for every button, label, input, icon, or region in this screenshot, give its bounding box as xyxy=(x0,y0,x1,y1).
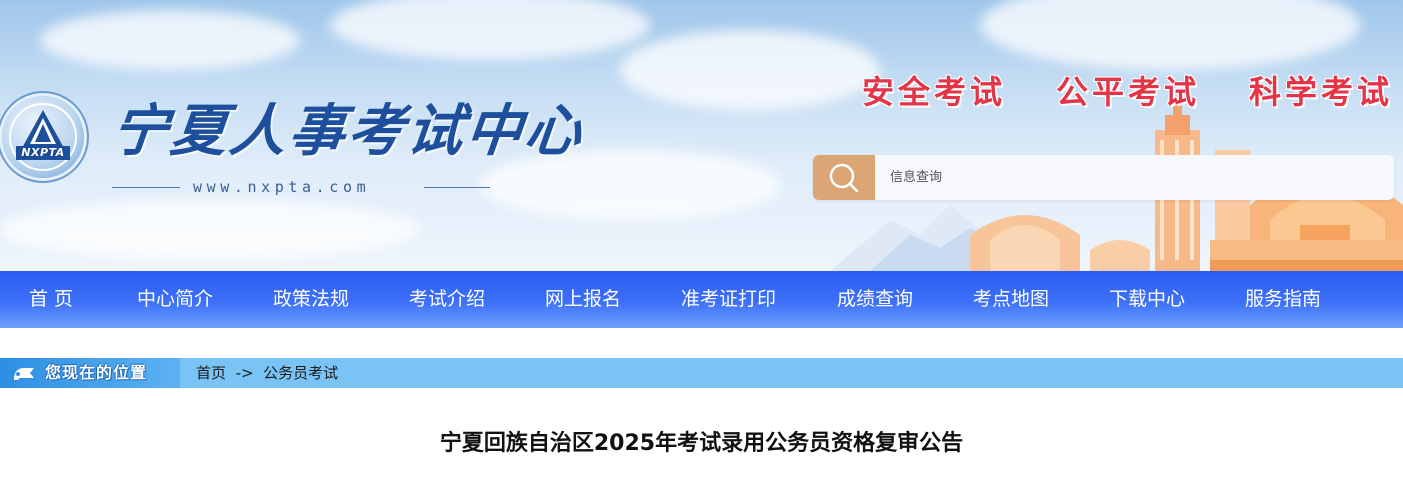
nav-item-policies[interactable]: 政策法规 xyxy=(273,271,349,328)
article-title: 宁夏回族自治区2025年考试录用公务员资格复审公告 xyxy=(439,431,964,456)
cloud-decoration xyxy=(40,10,300,70)
site-title[interactable]: 宁夏人事考试中心 xyxy=(108,96,588,166)
breadcrumb-label: 您现在的位置 xyxy=(45,363,148,382)
divider xyxy=(424,187,490,188)
site-url: www.nxpta.com xyxy=(193,178,371,196)
logo-abbreviation: NXPTA xyxy=(21,146,65,159)
slogan-scientific: 科学考试 xyxy=(1249,73,1394,111)
cloud-decoration xyxy=(330,0,650,60)
breadcrumb-current-link[interactable]: 公务员考试 xyxy=(263,364,338,382)
logo-emblem[interactable]: NXPTA xyxy=(2,96,84,178)
breadcrumb-trail: 首页 -> 公务员考试 xyxy=(196,358,338,388)
nav-item-venue-map[interactable]: 考点地图 xyxy=(973,271,1049,328)
site-header: NXPTA 宁夏人事考试中心 www.nxpta.com 安全考试 公平考试 科… xyxy=(0,0,1403,271)
location-flag-icon xyxy=(14,368,34,380)
breadcrumb-home-link[interactable]: 首页 xyxy=(196,364,226,382)
nav-item-registration[interactable]: 网上报名 xyxy=(545,271,621,328)
nav-item-about[interactable]: 中心简介 xyxy=(137,271,213,328)
search-box xyxy=(813,155,1394,200)
nav-item-service-guide[interactable]: 服务指南 xyxy=(1245,271,1321,328)
nav-item-downloads[interactable]: 下载中心 xyxy=(1109,271,1185,328)
breadcrumb: 您现在的位置 首页 -> 公务员考试 xyxy=(0,358,1403,388)
nav-item-exam-intro[interactable]: 考试介绍 xyxy=(409,271,485,328)
nxpta-emblem-icon xyxy=(9,103,77,171)
breadcrumb-label-block: 您现在的位置 xyxy=(0,358,180,388)
breadcrumb-separator: -> xyxy=(235,364,254,382)
divider xyxy=(112,187,180,188)
cloud-decoration xyxy=(620,30,880,110)
cloud-decoration xyxy=(0,200,420,260)
search-input[interactable] xyxy=(875,155,1375,200)
search-icon xyxy=(829,163,859,193)
slogan-fair: 公平考试 xyxy=(1056,73,1201,111)
nav-item-score-query[interactable]: 成绩查询 xyxy=(837,271,913,328)
cloud-decoration xyxy=(980,0,1360,70)
breadcrumb-separator xyxy=(254,364,259,382)
search-button[interactable] xyxy=(813,155,875,200)
nav-item-home[interactable]: 首 页 xyxy=(29,271,73,328)
nav-item-admit-card[interactable]: 准考证打印 xyxy=(681,271,776,328)
slogan-safe: 安全考试 xyxy=(862,73,1007,111)
main-nav: 首 页 中心简介 政策法规 考试介绍 网上报名 准考证打印 成绩查询 考点地图 … xyxy=(0,271,1403,328)
